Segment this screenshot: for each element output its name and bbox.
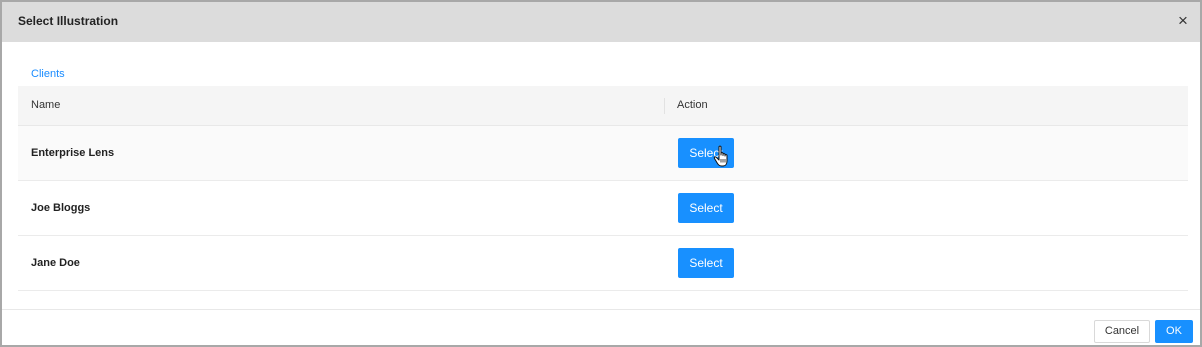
- client-name: Joe Bloggs: [31, 202, 91, 214]
- dialog-header: Select Illustration ×: [2, 2, 1200, 42]
- table-row: Enterprise Lens Select: [18, 126, 1188, 181]
- select-button[interactable]: Select: [678, 248, 734, 278]
- column-header-name: Name: [31, 99, 61, 111]
- select-button[interactable]: Select: [678, 193, 734, 223]
- table-row: Jane Doe Select: [18, 236, 1188, 291]
- table-row: Joe Bloggs Select: [18, 181, 1188, 236]
- breadcrumb-clients[interactable]: Clients: [31, 68, 65, 80]
- cancel-button[interactable]: Cancel: [1094, 320, 1150, 343]
- hand-pointer-icon: [713, 145, 728, 167]
- table-header: Name Action: [18, 86, 1188, 126]
- clients-table: Name Action Enterprise Lens Select Joe B…: [18, 86, 1188, 291]
- dialog-title: Select Illustration: [18, 14, 119, 28]
- dialog-footer: Cancel OK: [2, 309, 1200, 345]
- column-header-action: Action: [677, 99, 708, 111]
- client-name: Jane Doe: [31, 257, 80, 269]
- close-icon[interactable]: ×: [1174, 12, 1192, 30]
- select-illustration-dialog: Select Illustration × Clients Name Actio…: [0, 0, 1202, 347]
- ok-button[interactable]: OK: [1155, 320, 1193, 343]
- column-divider: [664, 98, 665, 114]
- client-name: Enterprise Lens: [31, 147, 115, 159]
